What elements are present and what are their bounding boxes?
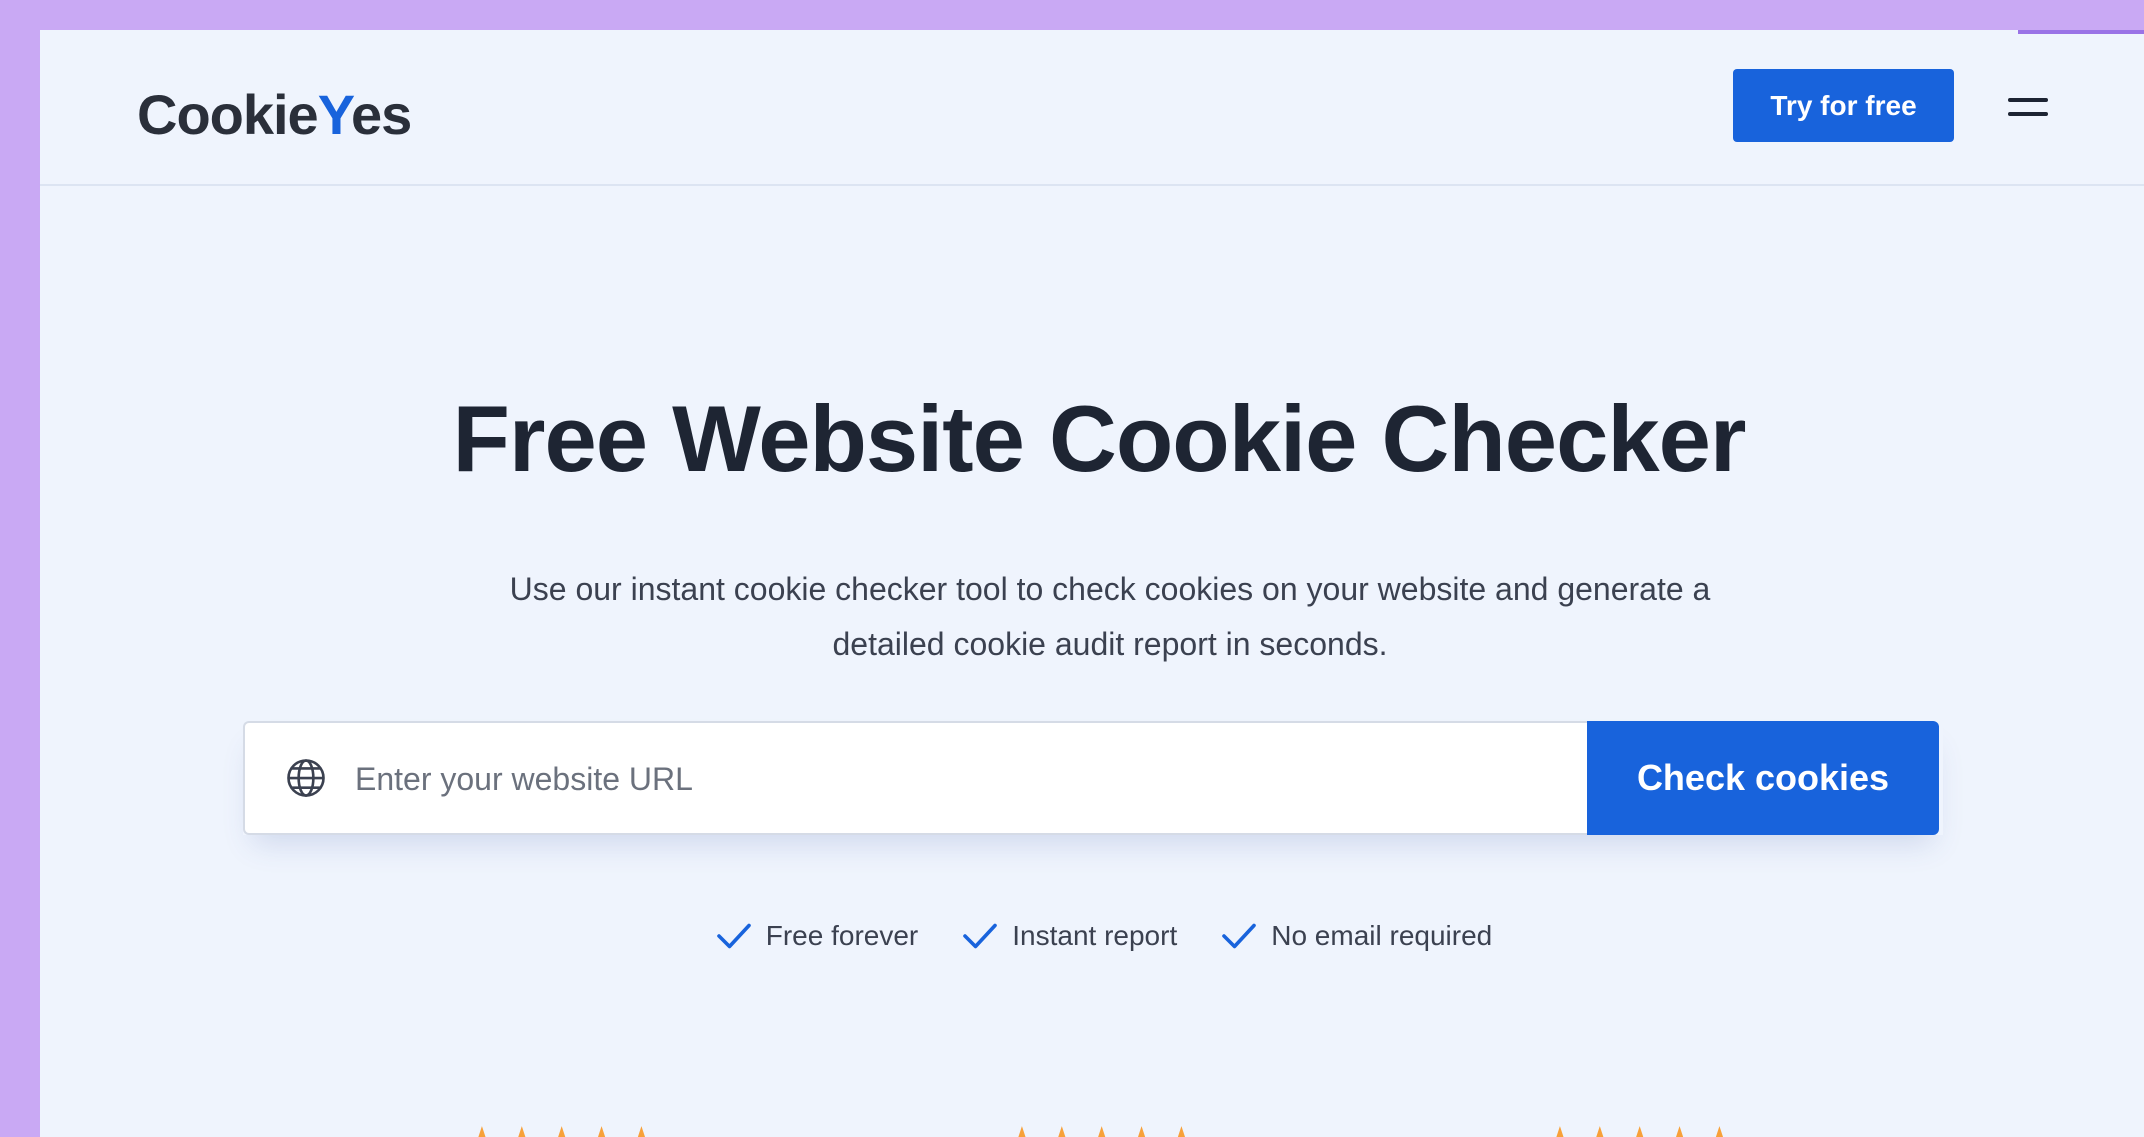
feature-label: Free forever <box>765 920 919 951</box>
site-header: CookieYes Try for free <box>40 30 2144 186</box>
checkmark-icon <box>716 923 751 949</box>
feature-item: Free forever <box>716 920 919 952</box>
checkmark-icon <box>1222 923 1257 949</box>
feature-label: No email required <box>1271 920 1493 951</box>
hero-subtitle: Use our instant cookie checker tool to c… <box>410 562 1810 672</box>
feature-item: Instant report <box>962 920 1177 952</box>
globe-icon <box>287 759 325 797</box>
cookieyes-logo[interactable]: CookieYes <box>137 82 412 147</box>
browser-frame: CookieYes Try for free Free Website Cook… <box>14 10 2144 1137</box>
frame-corner-tab <box>2018 30 2144 34</box>
url-field-container[interactable] <box>243 721 1589 835</box>
star-rating: ★★★★★ <box>464 1122 663 1137</box>
url-search-form: Check cookies <box>243 721 1943 835</box>
feature-item: No email required <box>1221 920 1492 952</box>
hero-subtitle-line-2: detailed cookie audit report in seconds. <box>832 626 1388 662</box>
page-title: Free Website Cookie Checker <box>452 386 1747 491</box>
star-rating: ★★★★★ <box>1542 1122 1741 1137</box>
feature-label: Instant report <box>1012 920 1178 951</box>
website-url-input[interactable] <box>353 743 1557 815</box>
try-for-free-button[interactable]: Try for free <box>1733 69 1954 142</box>
logo-y-mark: Y <box>317 83 352 146</box>
check-cookies-button[interactable]: Check cookies <box>1587 721 1939 835</box>
checkmark-icon <box>963 923 998 949</box>
hero-subtitle-line-1: Use our instant cookie checker tool to c… <box>509 571 1711 607</box>
menu-line <box>2008 98 2048 102</box>
star-rating: ★★★★★ <box>1004 1122 1203 1137</box>
logo-text-es: es <box>350 83 412 146</box>
feature-list: Free forever Instant report No email req… <box>40 920 2144 952</box>
menu-line <box>2008 112 2048 116</box>
logo-text-cookie: Cookie <box>137 83 319 146</box>
page: CookieYes Try for free Free Website Cook… <box>40 30 2144 1137</box>
ratings-row: 2 ★★★★★ ★★★★★ ★★★★★ <box>40 1122 2144 1137</box>
hamburger-menu-icon[interactable] <box>2000 86 2056 126</box>
